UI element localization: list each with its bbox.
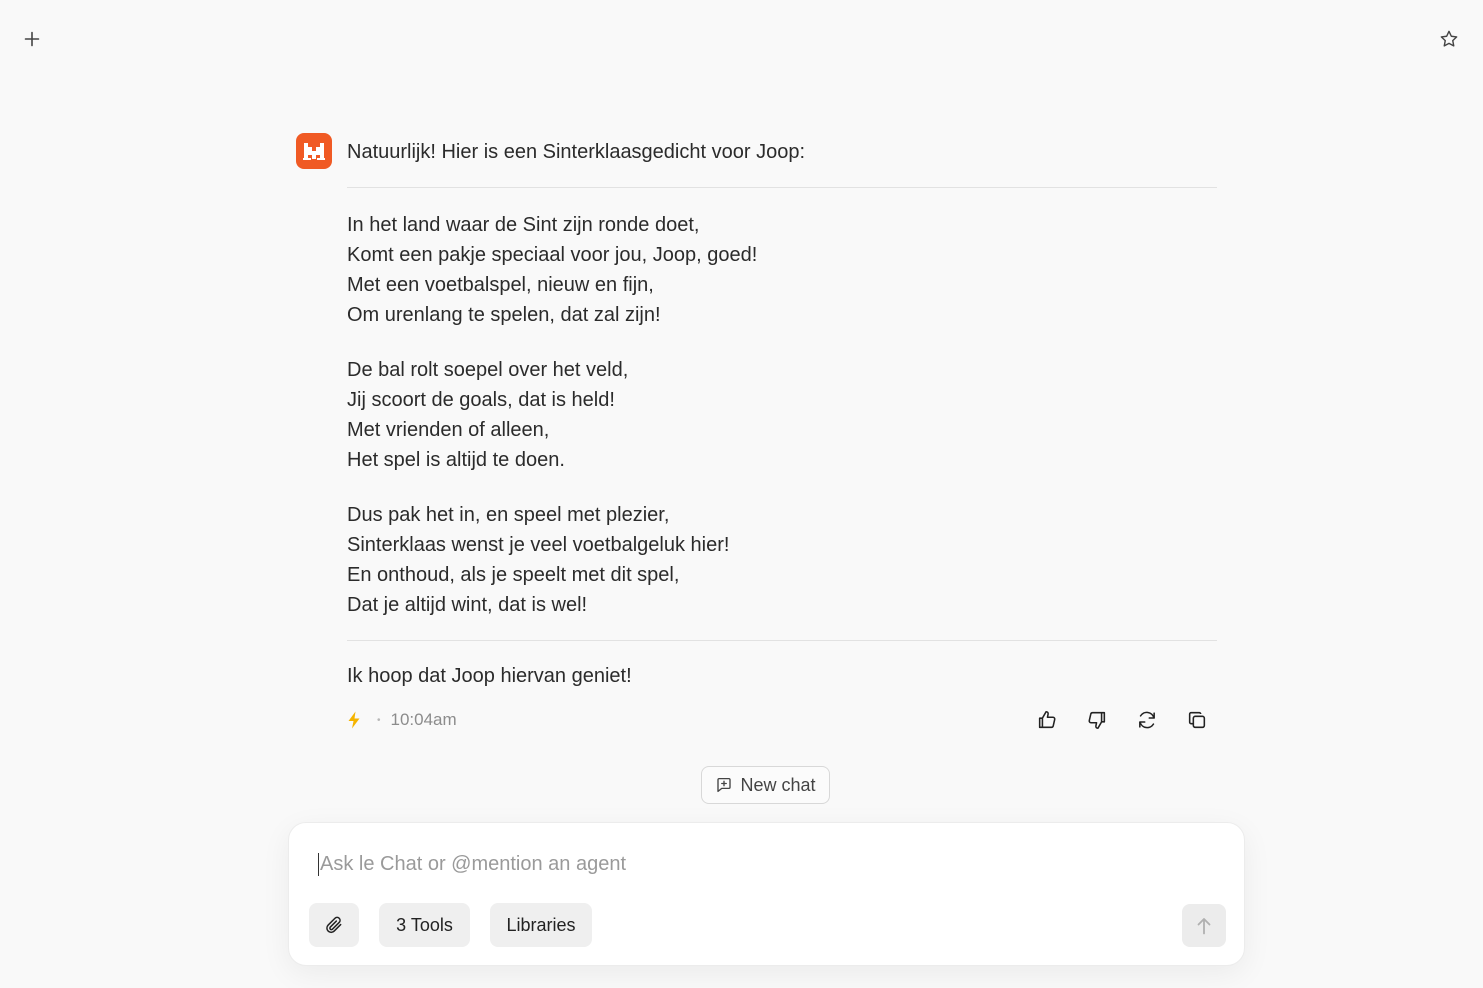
- mistral-logo: [303, 143, 325, 160]
- message-meta: • 10:04am: [347, 706, 1217, 734]
- poem-line: Jij scoort de goals, dat is held!: [347, 389, 615, 411]
- arrow-up-icon: [1197, 917, 1211, 934]
- message-timestamp: 10:04am: [390, 710, 457, 729]
- message-actions: [1035, 706, 1209, 734]
- poem-line: Dus pak het in, en speel met plezier,: [347, 504, 670, 526]
- poem-line: Komt een pakje speciaal voor jou, Joop, …: [347, 244, 758, 266]
- message-content: Natuurlijk! Hier is een Sinterklaasgedic…: [347, 133, 1217, 734]
- regenerate-icon: [1139, 711, 1155, 729]
- poem-line: Met vrienden of alleen,: [347, 419, 550, 441]
- poem-line: Het spel is altijd te doen.: [347, 449, 565, 471]
- new-chat-button[interactable]: New chat: [701, 766, 830, 804]
- message-intro: Natuurlijk! Hier is een Sinterklaasgedic…: [347, 141, 805, 163]
- send-button[interactable]: [1182, 904, 1226, 947]
- plus-icon: [24, 31, 40, 47]
- poem-stanza: In het land waar de Sint zijn ronde doet…: [347, 210, 1217, 330]
- poem-line: Sinterklaas wenst je veel voetbalgeluk h…: [347, 534, 730, 556]
- libraries-button[interactable]: Libraries: [490, 903, 592, 947]
- tools-button[interactable]: 3 Tools: [379, 903, 470, 947]
- favorite-button[interactable]: [1435, 25, 1463, 53]
- poem-line: Om urenlang te spelen, dat zal zijn!: [347, 304, 661, 326]
- copy-icon: [1188, 711, 1206, 729]
- star-icon: [1440, 30, 1458, 47]
- chat-input[interactable]: [318, 853, 1200, 876]
- poem: In het land waar de Sint zijn ronde doet…: [347, 210, 1217, 620]
- copy-button[interactable]: [1185, 706, 1209, 734]
- new-chat-label: New chat: [740, 774, 816, 795]
- chat-plus-icon: [717, 777, 732, 793]
- meta-separator: •: [377, 714, 381, 726]
- thumbs-down-button[interactable]: [1085, 706, 1109, 734]
- poem-line: Met een voetbalspel, nieuw en fijn,: [347, 274, 654, 296]
- message-outro: Ik hoop dat Joop hiervan geniet!: [347, 665, 632, 687]
- divider: [347, 187, 1217, 188]
- paperclip-icon: [326, 916, 342, 934]
- thumbs-down-icon: [1088, 711, 1106, 730]
- poem-line: De bal rolt soepel over het veld,: [347, 359, 629, 381]
- thumbs-up-icon: [1038, 710, 1056, 729]
- poem-stanza: De bal rolt soepel over het veld, Jij sc…: [347, 355, 1217, 475]
- thumbs-up-button[interactable]: [1035, 706, 1059, 734]
- poem-line: En onthoud, als je speelt met dit spel,: [347, 564, 680, 586]
- lightning-icon: [347, 710, 363, 730]
- new-conversation-button[interactable]: [18, 25, 46, 53]
- poem-line: Dat je altijd wint, dat is wel!: [347, 594, 588, 616]
- divider: [347, 640, 1217, 641]
- poem-stanza: Dus pak het in, en speel met plezier, Si…: [347, 500, 1217, 620]
- attach-button[interactable]: [309, 903, 359, 947]
- regenerate-button[interactable]: [1135, 706, 1159, 734]
- chat-composer: 3 Tools Libraries: [288, 822, 1245, 966]
- poem-line: In het land waar de Sint zijn ronde doet…: [347, 214, 700, 236]
- assistant-avatar: [296, 133, 332, 169]
- chat-page: Natuurlijk! Hier is een Sinterklaasgedic…: [0, 0, 1483, 988]
